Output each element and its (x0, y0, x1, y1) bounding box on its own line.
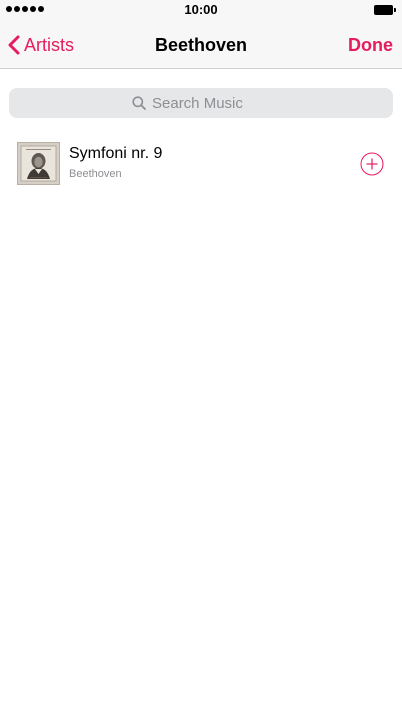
list-item[interactable]: Symfoni nr. 9 Beethoven (0, 140, 402, 186)
song-title: Symfoni nr. 9 (69, 145, 163, 162)
search-bar[interactable] (9, 88, 393, 118)
screen: 10:00 Artists Beethoven Done Search Musi… (0, 0, 402, 715)
battery-icon (374, 5, 396, 15)
song-artist: Beethoven (69, 168, 122, 180)
album-artwork (17, 142, 60, 185)
search-input[interactable] (152, 94, 270, 112)
search-icon (132, 96, 146, 110)
status-bar: 10:00 (0, 0, 402, 20)
done-button[interactable]: Done (348, 35, 393, 56)
add-button[interactable] (360, 152, 384, 176)
status-time: 10:00 (184, 2, 218, 17)
plus-circle-icon (360, 152, 384, 176)
portrait-artwork-icon (18, 143, 59, 184)
page-title: Beethoven (154, 35, 248, 55)
navigation-bar: Artists Beethoven Done (0, 20, 402, 69)
